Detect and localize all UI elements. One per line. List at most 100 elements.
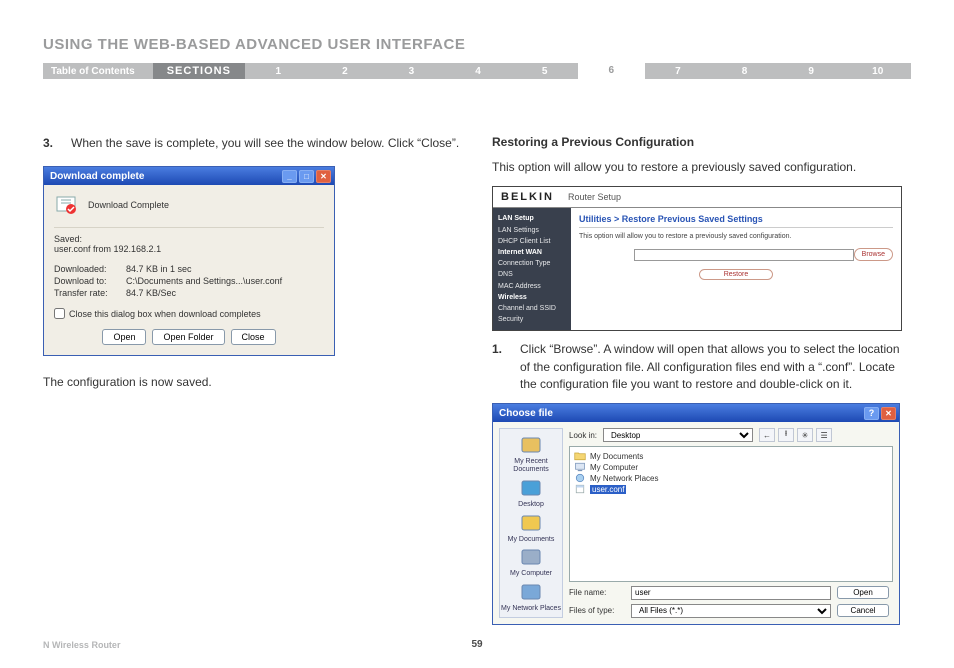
places-label: My Documents (508, 536, 555, 544)
section-link-7[interactable]: 7 (645, 66, 712, 77)
download-info-row: Download to:C:\Documents and Settings...… (54, 276, 324, 286)
section-link-9[interactable]: 9 (778, 66, 845, 77)
dialog-title: Download complete (50, 171, 144, 182)
places-label: My Recent Documents (500, 458, 562, 473)
restoring-heading: Restoring a Previous Configuration (492, 135, 912, 149)
cancel-button[interactable]: Cancel (837, 604, 889, 617)
dialog-title: Choose file (499, 408, 553, 419)
download-complete-dialog: Download complete _ □ ✕ Download Complet… (43, 166, 335, 356)
belkin-logo: BELKIN (501, 191, 554, 203)
saved-file: user.conf from 192.168.2.1 (54, 244, 324, 254)
router-setup-panel: BELKIN Router Setup LAN SetupLAN Setting… (492, 186, 902, 331)
section-link-10[interactable]: 10 (844, 66, 911, 77)
close-icon[interactable]: ✕ (316, 170, 331, 183)
places-network[interactable]: My Network Places (501, 580, 561, 613)
section-link-4[interactable]: 4 (445, 66, 512, 77)
computer-icon (518, 545, 544, 569)
computer-icon (574, 462, 586, 472)
section-link-5[interactable]: 5 (511, 66, 578, 77)
router-sidebar-item[interactable]: Internet WAN (498, 247, 566, 258)
section-link-8[interactable]: 8 (711, 66, 778, 77)
mydocs-icon (518, 511, 544, 535)
step-text: Click “Browse”. A window will open that … (520, 341, 912, 393)
router-setup-label: Router Setup (568, 192, 621, 202)
restore-file-input[interactable] (634, 249, 854, 261)
restore-button[interactable]: Restore (699, 269, 774, 280)
section-link-1[interactable]: 1 (245, 66, 312, 77)
places-desktop[interactable]: Desktop (518, 476, 544, 509)
config-saved-text: The configuration is now saved. (43, 374, 463, 391)
open-button[interactable]: Open (102, 329, 146, 345)
filetype-select[interactable]: All Files (*.*) (631, 604, 831, 618)
sections-label: SECTIONS (153, 63, 245, 79)
places-mydocs[interactable]: My Documents (508, 511, 555, 544)
dialog-titlebar: Download complete _ □ ✕ (44, 167, 334, 185)
minimize-icon[interactable]: _ (282, 170, 297, 183)
router-sidebar-item[interactable]: Security (498, 314, 566, 325)
help-icon[interactable]: ? (864, 407, 879, 420)
section-nav: Table of Contents SECTIONS 12345678910 (43, 63, 911, 79)
step-1: 1. Click “Browse”. A window will open th… (492, 341, 912, 393)
file-icon (574, 484, 586, 494)
browse-button[interactable]: Browse (854, 248, 893, 261)
file-item[interactable]: user.conf (574, 484, 888, 494)
section-link-3[interactable]: 3 (378, 66, 445, 77)
close-when-done-checkbox[interactable] (54, 308, 65, 319)
close-icon[interactable]: ✕ (881, 407, 896, 420)
download-info-row: Transfer rate:84.7 KB/Sec (54, 288, 324, 298)
info-value: 84.7 KB in 1 sec (126, 264, 324, 274)
file-item[interactable]: My Network Places (574, 473, 888, 483)
saved-label: Saved: (54, 234, 324, 244)
open-folder-button[interactable]: Open Folder (152, 329, 224, 345)
info-value: 84.7 KB/Sec (126, 288, 324, 298)
up-one-level-icon[interactable]: ⭱ (778, 428, 794, 442)
new-folder-icon[interactable]: ✳ (797, 428, 813, 442)
open-button[interactable]: Open (837, 586, 889, 599)
file-item-name: My Network Places (590, 474, 658, 483)
info-label: Transfer rate: (54, 288, 126, 298)
router-sidebar-item[interactable]: Channel and SSID (498, 303, 566, 314)
places-bar: My Recent DocumentsDesktopMy DocumentsMy… (499, 428, 563, 617)
network-icon (518, 580, 544, 604)
router-sidebar-item[interactable]: Connection Type (498, 258, 566, 269)
section-link-2[interactable]: 2 (312, 66, 379, 77)
file-item[interactable]: My Documents (574, 451, 888, 461)
router-note: This option will allow you to restore a … (579, 233, 893, 240)
router-sidebar-item[interactable]: DHCP Client List (498, 236, 566, 247)
router-sidebar-item[interactable]: MAC Address (498, 281, 566, 292)
toc-link[interactable]: Table of Contents (43, 66, 153, 77)
file-listing[interactable]: My DocumentsMy Computer My Network Places… (569, 446, 893, 581)
info-value: C:\Documents and Settings...\user.conf (126, 276, 324, 286)
filename-label: File name: (569, 588, 625, 597)
router-sidebar-item[interactable]: LAN Setup (498, 213, 566, 224)
router-sidebar-item[interactable]: LAN Settings (498, 225, 566, 236)
maximize-icon[interactable]: □ (299, 170, 314, 183)
look-in-select[interactable]: Desktop (603, 428, 753, 442)
divider (579, 227, 893, 228)
recent-icon (518, 433, 544, 457)
back-icon[interactable]: ← (759, 428, 775, 442)
info-label: Download to: (54, 276, 126, 286)
views-icon[interactable]: ☰ (816, 428, 832, 442)
close-button[interactable]: Close (231, 329, 276, 345)
folder-icon (574, 451, 586, 461)
download-heading: Download Complete (88, 200, 169, 210)
look-in-label: Look in: (569, 431, 597, 440)
router-sidebar-item[interactable]: Wireless (498, 292, 566, 303)
file-item[interactable]: My Computer (574, 462, 888, 472)
file-item-name: user.conf (590, 485, 626, 494)
filename-input[interactable] (631, 586, 831, 600)
router-sidebar-item[interactable]: DNS (498, 269, 566, 280)
page-number: 59 (0, 639, 954, 650)
places-computer[interactable]: My Computer (510, 545, 552, 578)
network-icon (574, 473, 586, 483)
page-title: USING THE WEB-BASED ADVANCED USER INTERF… (43, 36, 465, 53)
section-link-6[interactable]: 6 (578, 63, 645, 79)
file-item-name: My Documents (590, 452, 643, 461)
places-recent[interactable]: My Recent Documents (500, 433, 562, 473)
restoring-intro: This option will allow you to restore a … (492, 159, 912, 176)
step-text: When the save is complete, you will see … (71, 135, 463, 152)
desktop-icon (518, 476, 544, 500)
places-label: My Network Places (501, 605, 561, 613)
info-label: Downloaded: (54, 264, 126, 274)
